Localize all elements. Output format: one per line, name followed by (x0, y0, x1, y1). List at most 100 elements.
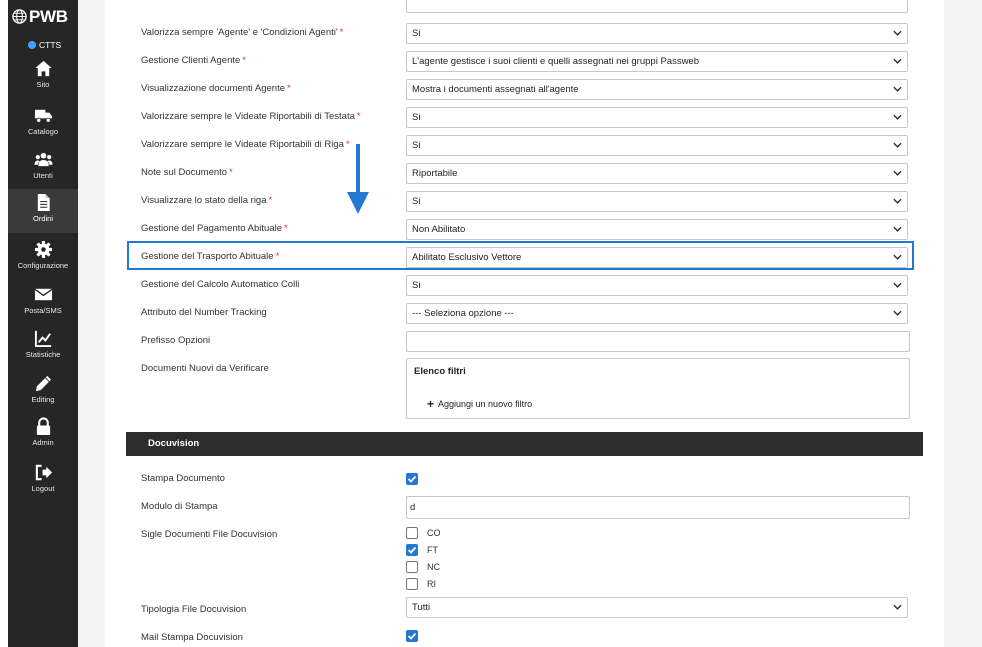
select-tipologia-file[interactable]: Tutti (406, 597, 908, 618)
chevron-down-icon (893, 30, 902, 36)
select-gestione-clienti-agente[interactable]: L'agente gestisce i suoi clienti e quell… (406, 51, 908, 72)
select-number-tracking[interactable]: --- Seleziona opzione --- (406, 303, 908, 324)
sidebar-item-label: Catalogo (27, 127, 59, 136)
sidebar-item-configurazione[interactable]: Configurazione (8, 236, 78, 280)
chevron-down-icon (893, 86, 902, 92)
site-status: CTTS (28, 39, 61, 51)
section-title: Docuvision (148, 438, 200, 449)
chevron-down-icon (893, 226, 902, 232)
checkbox-sigla-nc[interactable] (406, 561, 418, 573)
sidebar-item-utenti[interactable]: Utenti (8, 146, 78, 190)
select-videate-testata[interactable]: Si (406, 107, 908, 128)
sidebar-item-statistiche[interactable]: Statistiche (8, 325, 78, 369)
gear-icon (34, 240, 53, 259)
chevron-down-icon (893, 604, 902, 610)
home-icon (35, 60, 52, 77)
checkbox-sigla-ft[interactable] (406, 544, 418, 556)
right-gutter (944, 0, 982, 647)
pencil-icon (35, 375, 52, 392)
label-documenti-nuovi: Documenti Nuovi da Verificare (141, 363, 269, 374)
sidebar: PWB CTTS Sito Catalogo Utenti Ordini Con… (8, 0, 78, 647)
select-videate-riga[interactable]: Si (406, 135, 908, 156)
label-tipologia-file: Tipologia File Docuvision (141, 604, 247, 615)
chevron-down-icon (893, 198, 902, 204)
brand-name: PWB (29, 7, 68, 26)
highlight-box (127, 241, 914, 270)
sidebar-item-label: Admin (32, 438, 54, 447)
label-videate-riga: Valorizzare sempre le Videate Riportabil… (141, 139, 350, 150)
checkbox-stampa-documento[interactable] (406, 473, 418, 485)
select-calcolo-colli[interactable]: Si (406, 275, 908, 296)
select-visualizzazione-documenti[interactable]: Mostra i documenti assegnati all'agente (406, 79, 908, 100)
check-icon (407, 546, 417, 554)
filter-list-panel: Elenco filtri + Aggiungi un nuovo filtro (406, 358, 910, 419)
sigla-label: NC (427, 562, 440, 572)
sidebar-item-label: Editing (31, 395, 55, 404)
label-sigle-documenti: Sigle Documenti File Docuvision (141, 529, 278, 540)
plus-icon: + (427, 397, 435, 411)
users-icon (34, 152, 53, 167)
label-mail-stampa: Mail Stampa Docuvision (141, 632, 243, 643)
sigla-label: RI (427, 579, 436, 589)
chevron-down-icon (893, 282, 902, 288)
annotation-arrow-icon (347, 144, 369, 214)
sidebar-item-admin[interactable]: Admin (8, 413, 78, 457)
sidebar-item-catalogo[interactable]: Catalogo (8, 102, 78, 146)
sidebar-item-label: Utenti (33, 171, 53, 180)
sidebar-item-label: Posta/SMS (24, 306, 62, 315)
sidebar-item-label: Configurazione (17, 261, 69, 270)
truck-icon (34, 109, 53, 123)
logout-icon (35, 464, 53, 481)
sidebar-item-ordini[interactable]: Ordini (8, 189, 78, 233)
filter-list-title: Elenco filtri (414, 366, 466, 377)
checkbox-mail-stampa[interactable] (406, 630, 418, 642)
checkbox-sigla-co[interactable] (406, 527, 418, 539)
label-stato-riga: Visualizzare lo stato della riga * (141, 195, 273, 206)
status-label: CTTS (39, 40, 62, 50)
check-icon (407, 475, 417, 483)
label-note-documento: Note sul Documento * (141, 167, 233, 178)
globe-icon (12, 9, 27, 24)
select-note-documento[interactable]: Riportabile (406, 163, 908, 184)
select-pagamento-abituale[interactable]: Non Abilitato (406, 219, 908, 240)
label-stampa-documento: Stampa Documento (141, 473, 225, 484)
label-valorizza-agente: Valorizza sempre 'Agente' e 'Condizioni … (141, 27, 344, 38)
label-pagamento-abituale: Gestione del Pagamento Abituale * (141, 223, 288, 234)
top-partial-field[interactable] (406, 0, 908, 13)
select-stato-riga[interactable]: Si (406, 191, 908, 212)
envelope-icon (34, 288, 53, 301)
sidebar-item-label: Logout (31, 484, 55, 493)
input-prefisso-opzioni[interactable] (406, 331, 910, 352)
sidebar-item-logout[interactable]: Logout (8, 459, 78, 503)
label-prefisso-opzioni: Prefisso Opzioni (141, 335, 211, 346)
label-videate-testata: Valorizzare sempre le Videate Riportabil… (141, 111, 361, 122)
chevron-down-icon (893, 114, 902, 120)
sidebar-item-editing[interactable]: Editing (8, 370, 78, 414)
label-calcolo-colli: Gestione del Calcolo Automatico Colli (141, 279, 300, 290)
sidebar-item-label: Statistiche (25, 350, 61, 359)
add-filter-button[interactable]: + Aggiungi un nuovo filtro (427, 397, 533, 411)
sigla-label: CO (427, 528, 441, 538)
input-modulo-stampa[interactable]: d (406, 496, 910, 519)
sidebar-item-label: Ordini (32, 214, 53, 223)
section-header-docuvision: Docuvision (126, 432, 923, 456)
chevron-down-icon (893, 58, 902, 64)
status-dot-icon (28, 41, 36, 49)
sidebar-item-label: Sito (36, 80, 50, 89)
sidebar-item-posta-sms[interactable]: Posta/SMS (8, 281, 78, 325)
checkbox-sigla-ri[interactable] (406, 578, 418, 590)
document-icon (37, 193, 50, 212)
label-gestione-clienti-agente: Gestione Clienti Agente * (141, 55, 246, 66)
sigla-label: FT (427, 545, 438, 555)
select-valorizza-agente[interactable]: Si (406, 23, 908, 44)
brand-logo[interactable]: PWB (8, 6, 78, 32)
sidebar-item-sito[interactable]: Sito (8, 55, 78, 99)
chevron-down-icon (893, 170, 902, 176)
label-modulo-stampa: Modulo di Stampa (141, 501, 218, 512)
lock-icon (36, 417, 51, 436)
label-visualizzazione-documenti: Visualizzazione documenti Agente * (141, 83, 291, 94)
add-filter-label: Aggiungi un nuovo filtro (438, 399, 533, 409)
chevron-down-icon (893, 310, 902, 316)
check-icon (407, 632, 417, 640)
chevron-down-icon (893, 142, 902, 148)
